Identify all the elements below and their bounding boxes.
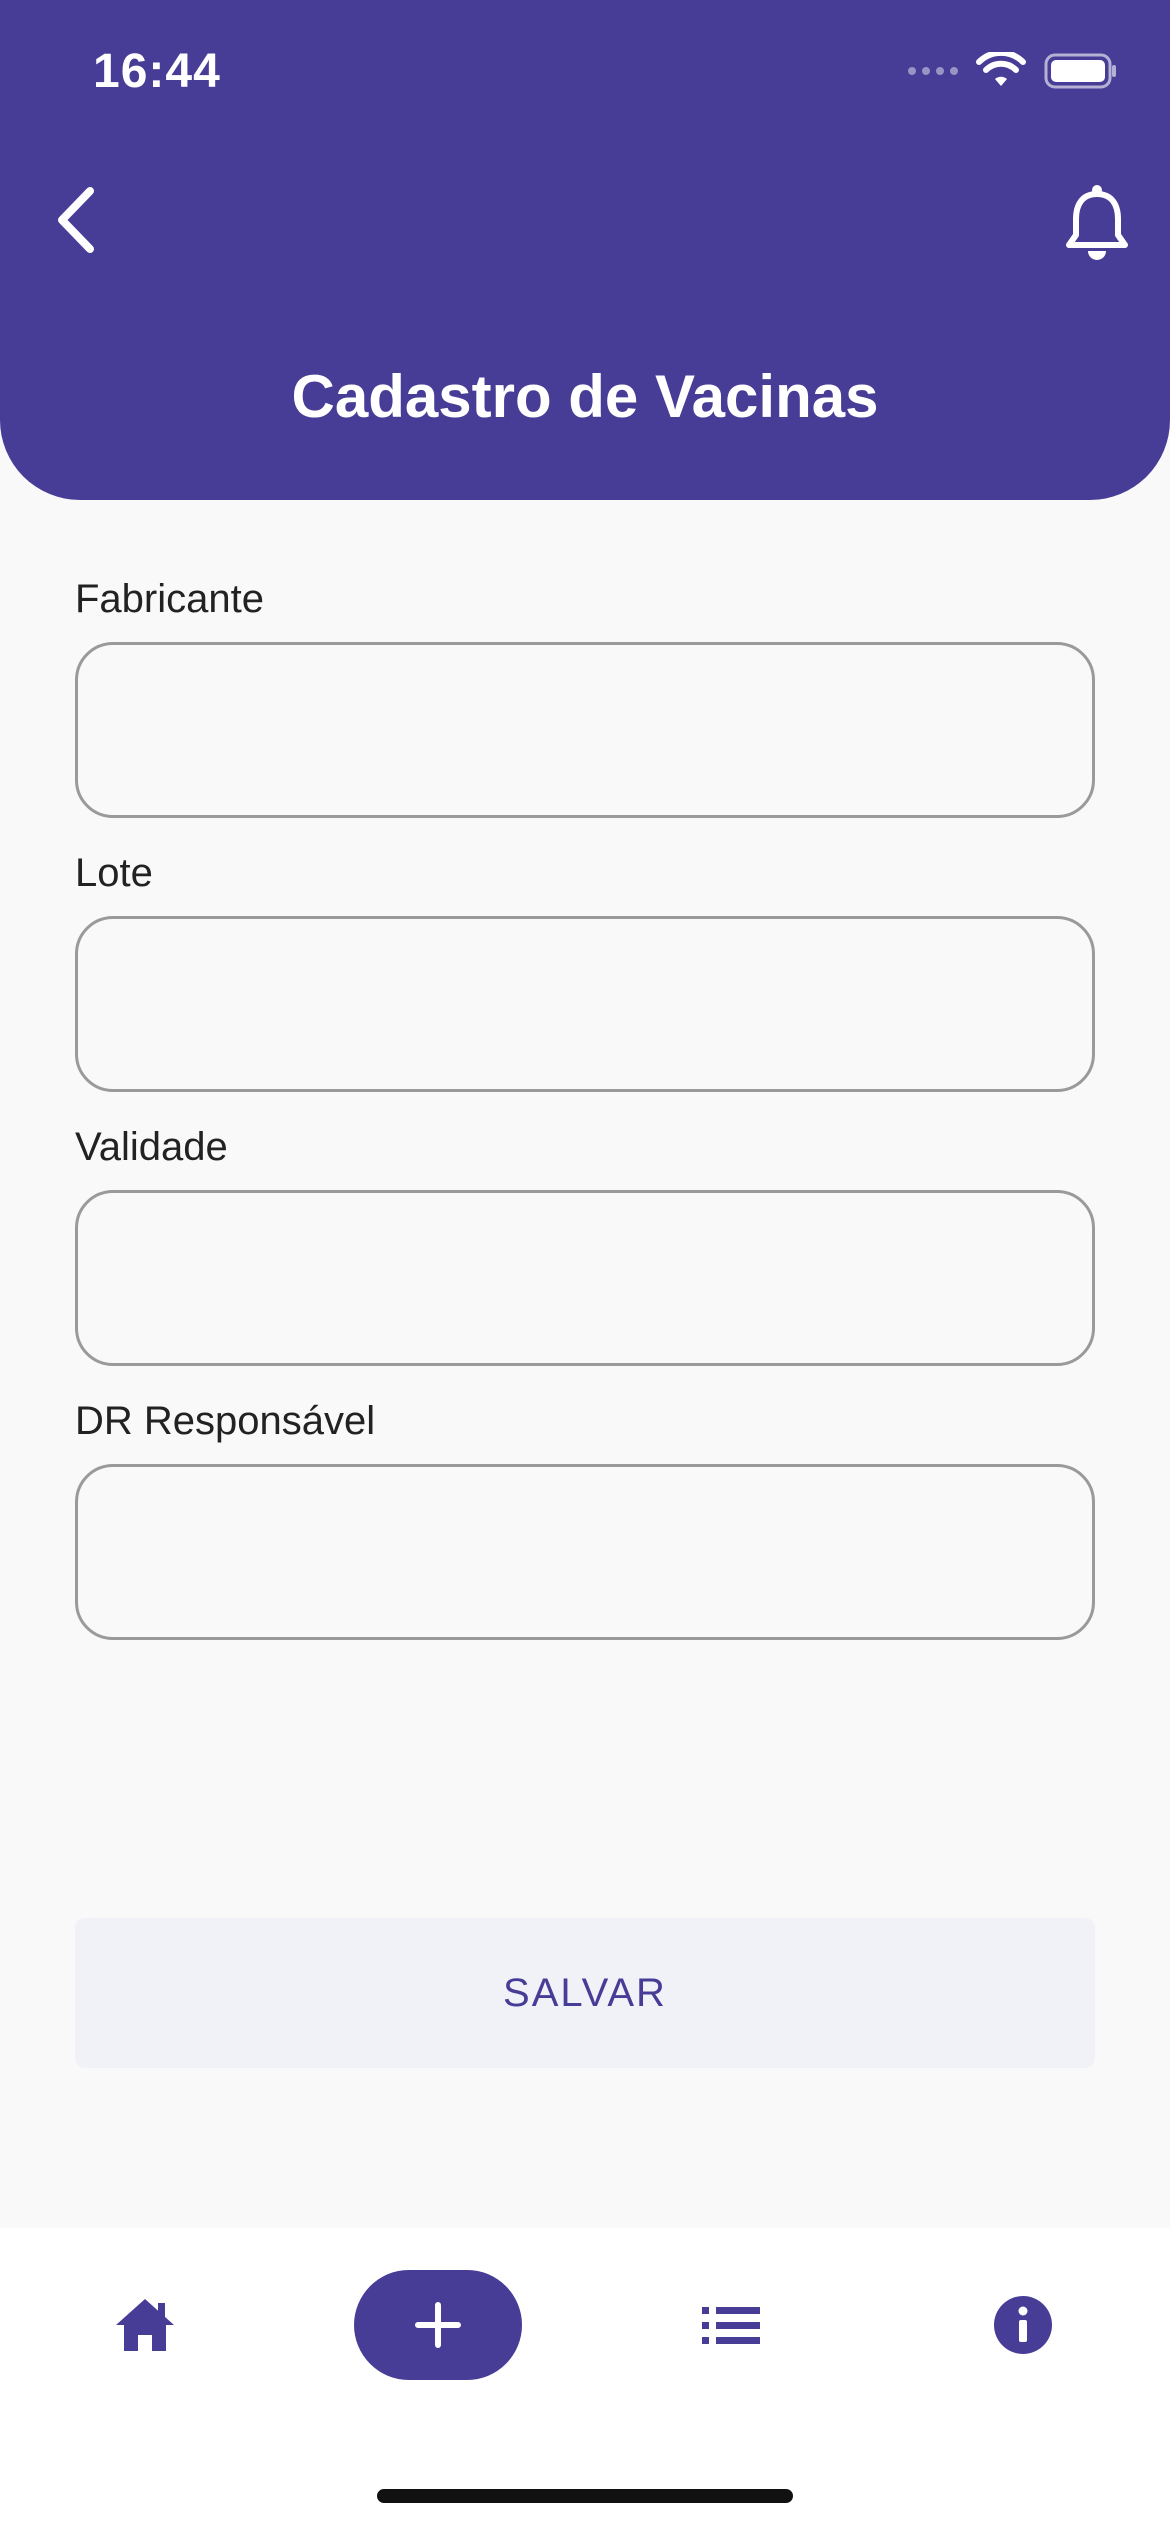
bottom-navigation bbox=[0, 2228, 1170, 2532]
expiry-label: Validade bbox=[75, 1125, 228, 1169]
manufacturer-label: Fabricante bbox=[75, 577, 264, 621]
home-indicator bbox=[377, 2489, 793, 2503]
status-icons bbox=[908, 52, 1118, 90]
battery-icon bbox=[1044, 53, 1116, 89]
manufacturer-input[interactable] bbox=[75, 642, 1095, 818]
page-title: Cadastro de Vacinas bbox=[291, 363, 879, 430]
notification-button[interactable] bbox=[1052, 178, 1142, 268]
bell-icon bbox=[1066, 185, 1128, 260]
cellular-signal-icon bbox=[908, 67, 958, 75]
nav-home-button[interactable] bbox=[95, 2270, 195, 2380]
app-header: 16:44 Cadastro de Vacinas bbox=[0, 0, 1170, 500]
back-button[interactable] bbox=[36, 180, 116, 260]
batch-input[interactable] bbox=[75, 916, 1095, 1092]
status-time: 16:44 bbox=[93, 45, 221, 98]
home-icon bbox=[116, 2299, 174, 2351]
save-button[interactable]: SALVAR bbox=[75, 1918, 1095, 2068]
nav-list-button[interactable] bbox=[681, 2270, 781, 2380]
plus-icon bbox=[415, 2302, 461, 2348]
wifi-icon bbox=[976, 52, 1026, 86]
nav-info-button[interactable] bbox=[973, 2270, 1073, 2380]
vaccine-form: Fabricante Lote Validade DR Responsável bbox=[75, 570, 1095, 1666]
batch-label: Lote bbox=[75, 851, 153, 895]
list-icon bbox=[702, 2307, 760, 2344]
responsible-doctor-input[interactable] bbox=[75, 1464, 1095, 1640]
nav-add-button[interactable] bbox=[354, 2270, 522, 2380]
chevron-left-icon bbox=[58, 187, 94, 253]
responsible-doctor-label: DR Responsável bbox=[75, 1399, 376, 1443]
expiry-input[interactable] bbox=[75, 1190, 1095, 1366]
info-icon bbox=[994, 2296, 1052, 2354]
